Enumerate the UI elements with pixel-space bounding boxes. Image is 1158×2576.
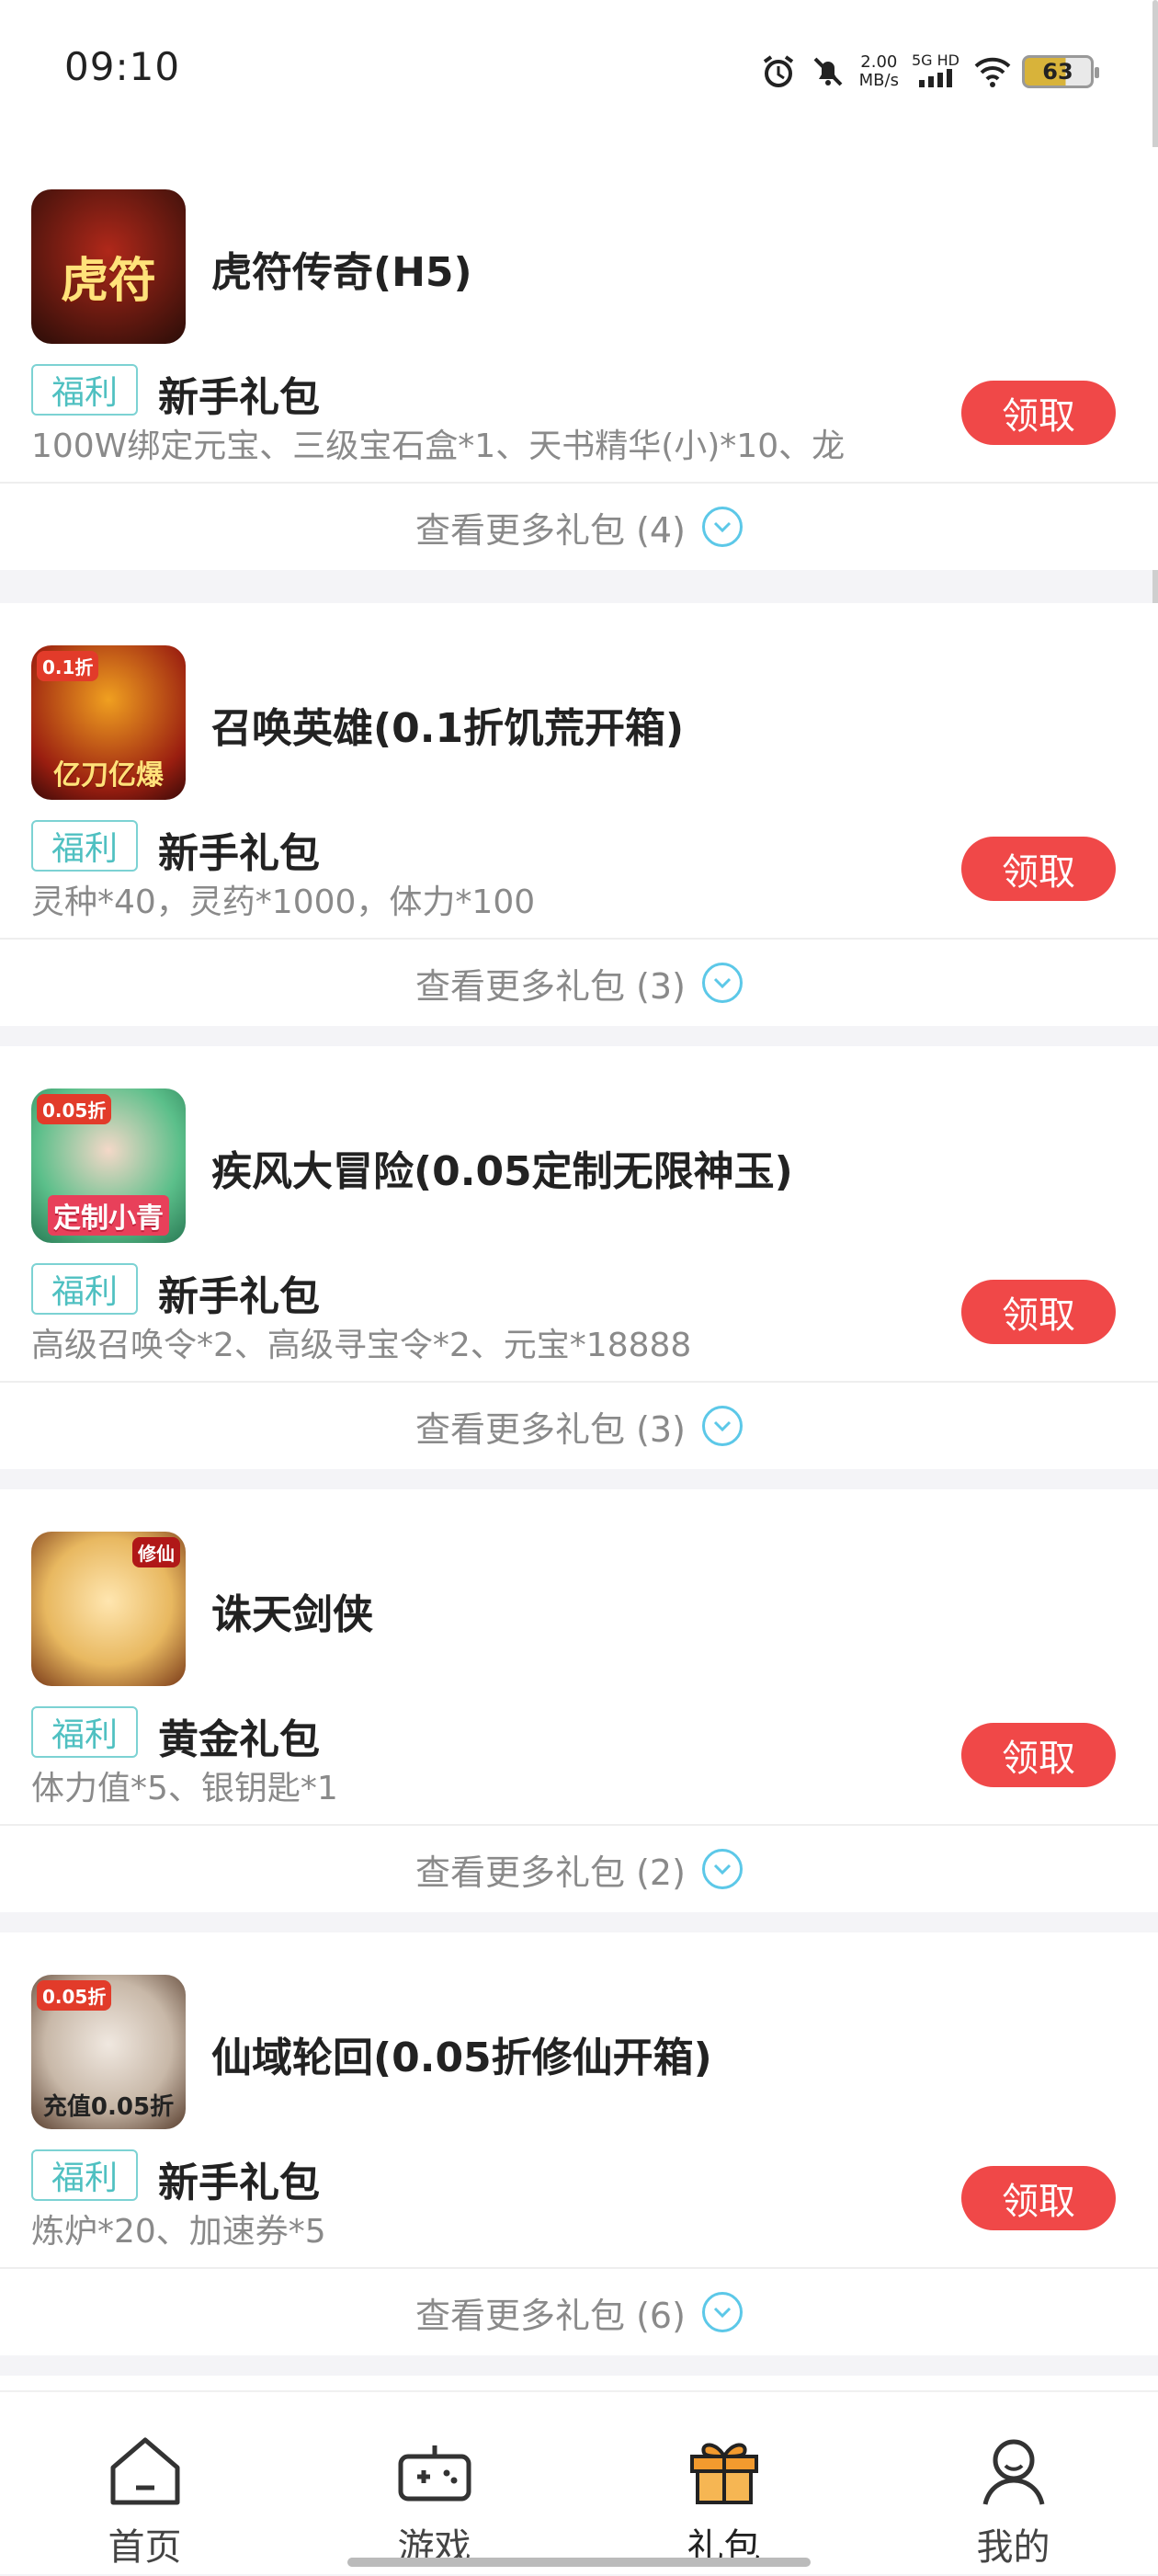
signal-label: 5G HD (911, 51, 959, 69)
package-description: 炼炉*20、加速券*5 (31, 2213, 326, 2251)
net-speed: 2.00 MB/s (859, 53, 899, 90)
chevron-down-icon (701, 1849, 743, 1889)
game-icon[interactable]: 修仙 (31, 1532, 186, 1686)
package-name: 新手礼包 (158, 1273, 320, 1320)
game-title[interactable]: 诛天剑侠 (211, 1581, 373, 1640)
game-icon[interactable]: 虎符 (31, 189, 186, 344)
game-title[interactable]: 虎符传奇(H5) (211, 239, 472, 298)
game-icon-badge: 修仙 (132, 1537, 180, 1567)
tab-profile-label: 我的 (976, 2526, 1050, 2569)
gift-card-main[interactable]: 修仙 诛天剑侠 福利 黄金礼包 体力值*5、银钥匙*1 领取 (0, 1489, 1158, 1826)
gift-card[interactable]: 0.05折 充值0.05折 仙域轮回(0.05折修仙开箱) 福利 新手礼包 炼炉… (0, 1932, 1158, 2355)
more-packages-label: 查看更多礼包 (4) (415, 509, 686, 551)
gift-card-main[interactable]: 0.05折 充值0.05折 仙域轮回(0.05折修仙开箱) 福利 新手礼包 炼炉… (0, 1932, 1158, 2269)
home-icon (110, 2437, 179, 2505)
package-name: 新手礼包 (158, 2160, 320, 2206)
bottom-tab-bar: 首页 游戏 礼包 我的 (0, 2390, 1158, 2574)
wifi-icon (972, 53, 1011, 90)
gift-icon (689, 2443, 758, 2504)
package-name: 新手礼包 (158, 830, 320, 877)
welfare-tag: 福利 (31, 1263, 138, 1315)
package-name: 黄金礼包 (158, 1716, 320, 1763)
net-speed-unit: MB/s (858, 71, 899, 90)
game-icon-caption: 亿刀亿爆 (53, 759, 164, 792)
game-title[interactable]: 仙域轮回(0.05折修仙开箱) (211, 2024, 712, 2083)
more-packages-label: 查看更多礼包 (6) (415, 2295, 686, 2336)
gift-card[interactable]: 0.1折 亿刀亿爆 召唤英雄(0.1折饥荒开箱) 福利 新手礼包 灵种*40，灵… (0, 603, 1158, 1026)
claim-button[interactable]: 领取 (961, 381, 1116, 445)
status-icons: 2.00 MB/s 5G HD 63 (760, 46, 1099, 97)
tab-games[interactable]: 游戏 (290, 2392, 579, 2576)
status-bar: 09:10 2.00 MB/s 5G HD 63 (0, 0, 1158, 147)
package-description: 高级召唤令*2、高级寻宝令*2、元宝*18888 (31, 1327, 692, 1364)
claim-button[interactable]: 领取 (961, 1280, 1116, 1344)
game-icon-caption: 定制小青 (48, 1195, 169, 1236)
game-icon-badge: 0.1折 (37, 651, 99, 681)
more-packages-link[interactable]: 查看更多礼包 (4) (0, 484, 1158, 570)
chevron-down-icon (701, 963, 743, 1003)
more-packages-label: 查看更多礼包 (3) (415, 1408, 686, 1450)
welfare-tag: 福利 (31, 1706, 138, 1758)
more-packages-link[interactable]: 查看更多礼包 (2) (0, 1826, 1158, 1912)
tab-home-label: 首页 (108, 2526, 182, 2569)
gift-card-main[interactable]: 虎符 虎符传奇(H5) 福利 新手礼包 100W绑定元宝、三级宝石盒*1、天书精… (0, 147, 1158, 484)
tab-gifts[interactable]: 礼包 (579, 2392, 868, 2576)
game-icon[interactable]: 0.05折 定制小青 (31, 1089, 186, 1243)
welfare-tag: 福利 (31, 820, 138, 872)
gift-card-main[interactable]: 0.1折 亿刀亿爆 召唤英雄(0.1折饥荒开箱) 福利 新手礼包 灵种*40，灵… (0, 603, 1158, 940)
gift-card-main[interactable]: 0.05折 定制小青 疾风大冒险(0.05定制无限神玉) 福利 新手礼包 高级召… (0, 1046, 1158, 1383)
chevron-down-icon (701, 1406, 743, 1446)
home-indicator[interactable] (347, 2558, 811, 2567)
game-title[interactable]: 召唤英雄(0.1折饥荒开箱) (211, 695, 684, 754)
gift-card[interactable]: 修仙 诛天剑侠 福利 黄金礼包 体力值*5、银钥匙*1 领取 查看更多礼包 (2… (0, 1489, 1158, 1912)
welfare-tag: 福利 (31, 2149, 138, 2201)
more-packages-label: 查看更多礼包 (3) (415, 965, 686, 1007)
cell-signal-icon (918, 68, 952, 87)
cell-signal: 5G HD (911, 51, 959, 92)
gift-card[interactable]: 0.05折 定制小青 疾风大冒险(0.05定制无限神玉) 福利 新手礼包 高级召… (0, 1046, 1158, 1469)
claim-button[interactable]: 领取 (961, 1723, 1116, 1787)
game-icon[interactable]: 0.1折 亿刀亿爆 (31, 645, 186, 800)
gift-card[interactable]: 虎符 虎符传奇(H5) 福利 新手礼包 100W绑定元宝、三级宝石盒*1、天书精… (0, 147, 1158, 570)
game-icon[interactable]: 0.05折 充值0.05折 (31, 1975, 186, 2129)
tab-profile[interactable]: 我的 (868, 2392, 1158, 2576)
claim-button[interactable]: 领取 (961, 837, 1116, 901)
chevron-down-icon (701, 507, 743, 547)
package-name: 新手礼包 (158, 374, 320, 421)
more-packages-link[interactable]: 查看更多礼包 (6) (0, 2269, 1158, 2355)
more-packages-link[interactable]: 查看更多礼包 (3) (0, 940, 1158, 1026)
battery-level: 63 (1042, 59, 1073, 85)
package-description: 体力值*5、银钥匙*1 (31, 1770, 338, 1807)
mute-bell-icon (810, 53, 846, 90)
welfare-tag: 福利 (31, 364, 138, 416)
game-icon-badge: 0.05折 (37, 1980, 112, 2011)
game-icon-badge: 0.05折 (37, 1094, 112, 1124)
chevron-down-icon (701, 2292, 743, 2332)
tab-home[interactable]: 首页 (0, 2392, 290, 2576)
net-speed-value: 2.00 (860, 52, 898, 72)
status-time: 09:10 (64, 44, 181, 89)
profile-icon (982, 2439, 1044, 2505)
more-packages-label: 查看更多礼包 (2) (415, 1852, 686, 1893)
package-description: 灵种*40，灵药*1000，体力*100 (31, 883, 536, 921)
battery-indicator: 63 (1022, 55, 1099, 88)
gamepad-icon (398, 2445, 471, 2502)
package-description: 100W绑定元宝、三级宝石盒*1、天书精华(小)*10、龙 (31, 427, 846, 465)
game-icon-caption: 充值0.05折 (42, 2093, 175, 2121)
more-packages-link[interactable]: 查看更多礼包 (3) (0, 1383, 1158, 1469)
game-title[interactable]: 疾风大冒险(0.05定制无限神玉) (211, 1138, 793, 1197)
alarm-icon (760, 53, 797, 90)
claim-button[interactable]: 领取 (961, 2166, 1116, 2230)
game-icon-caption: 虎符 (60, 254, 156, 309)
